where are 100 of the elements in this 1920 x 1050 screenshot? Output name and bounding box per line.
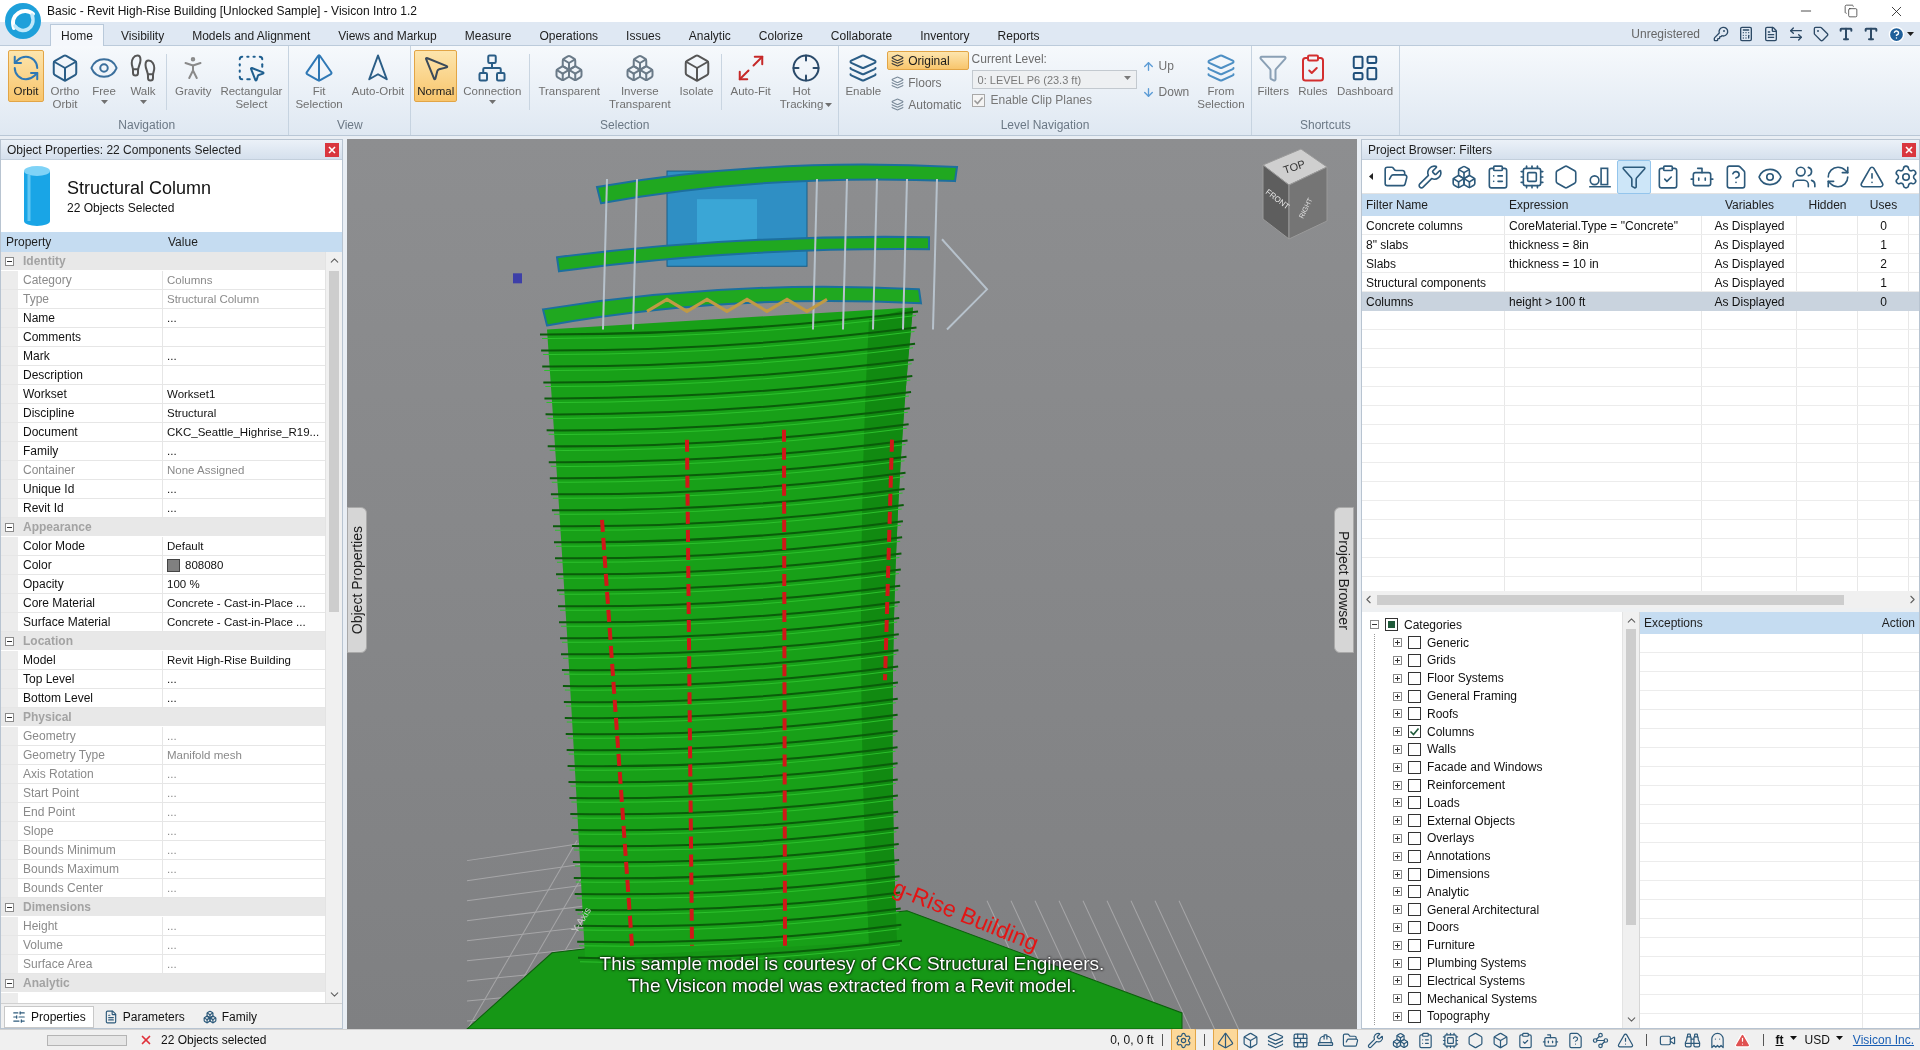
- cubes-icon[interactable]: [1391, 1031, 1409, 1049]
- chip-icon[interactable]: [1441, 1031, 1459, 1049]
- expand-icon[interactable]: [1393, 994, 1402, 1004]
- walk-button[interactable]: Walk: [125, 50, 161, 112]
- tree-item[interactable]: Walls: [1427, 742, 1456, 757]
- caret-icon[interactable]: [1907, 32, 1914, 36]
- selected-row[interactable]: Columns height > 100 ft As Displayed 0: [1362, 292, 1919, 311]
- tree-item[interactable]: Grids: [1427, 653, 1456, 668]
- tree-item[interactable]: Generic: [1427, 635, 1470, 650]
- expand-icon[interactable]: [1393, 922, 1402, 932]
- checkbox[interactable]: [1408, 938, 1421, 952]
- currency-dropdown[interactable]: USD: [1800, 1033, 1847, 1047]
- enable-button[interactable]: Enable: [842, 50, 885, 102]
- checkbox[interactable]: [1408, 956, 1421, 970]
- expand-icon[interactable]: [1393, 673, 1402, 683]
- column-header[interactable]: Filter Name: [1362, 194, 1505, 216]
- checkbox[interactable]: [1408, 831, 1421, 845]
- auto-orbit-button[interactable]: Auto-Orbit: [348, 50, 408, 102]
- checkbox[interactable]: [1408, 974, 1421, 988]
- tree-item[interactable]: General Framing: [1427, 689, 1518, 704]
- checkbox[interactable]: [1408, 867, 1421, 881]
- expand-icon[interactable]: [1393, 709, 1402, 719]
- ribbon-tab[interactable]: Models and Alignment: [181, 24, 322, 46]
- transparent-button[interactable]: Transparent: [535, 50, 603, 102]
- collapse-icon[interactable]: [5, 978, 14, 988]
- vertical-scrollbar[interactable]: [325, 252, 342, 1003]
- close-icon[interactable]: [325, 142, 339, 157]
- column-header[interactable]: Uses: [1858, 194, 1909, 216]
- network-icon[interactable]: [1591, 1031, 1609, 1049]
- ribbon-tab[interactable]: Analytic: [677, 24, 742, 46]
- hot-tracking-button[interactable]: Hot Tracking: [776, 50, 836, 115]
- warning-icon[interactable]: [1616, 1031, 1634, 1049]
- tree-item[interactable]: Columns: [1427, 724, 1475, 739]
- column-header[interactable]: Hidden: [1797, 194, 1858, 216]
- settings-icon[interactable]: [1893, 163, 1919, 190]
- circular-arrows-icon[interactable]: [1825, 163, 1851, 190]
- cubes-icon[interactable]: [1451, 163, 1477, 190]
- checkbox[interactable]: [1408, 671, 1421, 685]
- tree-item[interactable]: Categories: [1404, 617, 1463, 632]
- ribbon-tab[interactable]: Visibility: [110, 24, 176, 46]
- expand-icon[interactable]: [1393, 851, 1402, 861]
- hexagon-icon[interactable]: [1466, 1031, 1484, 1049]
- hexagon-icon[interactable]: [1553, 163, 1579, 190]
- brick-wall-icon[interactable]: [1291, 1031, 1309, 1049]
- level-up-button[interactable]: Up: [1139, 59, 1192, 73]
- free-button[interactable]: Free: [86, 50, 122, 112]
- expand-icon[interactable]: [1393, 727, 1402, 737]
- ribbon-tab[interactable]: Inventory: [909, 24, 981, 46]
- expand-icon[interactable]: [1393, 816, 1402, 826]
- people-icon[interactable]: [1791, 163, 1817, 190]
- column-header[interactable]: Expression: [1505, 194, 1702, 216]
- scrollbar-thumb[interactable]: [1626, 629, 1636, 925]
- column-header[interactable]: Value: [163, 235, 342, 249]
- letter-t-icon[interactable]: [1863, 26, 1879, 42]
- folder-icon[interactable]: [1341, 1031, 1359, 1049]
- letter-t-icon[interactable]: [1838, 26, 1854, 42]
- expand-icon[interactable]: [1393, 691, 1402, 701]
- expand-icon[interactable]: [1393, 905, 1402, 915]
- collapse-icon[interactable]: [5, 712, 14, 722]
- dock-tab[interactable]: Object Properties: [347, 507, 367, 653]
- checkbox[interactable]: [1408, 778, 1421, 792]
- collapse-icon[interactable]: [5, 902, 14, 912]
- expand-icon[interactable]: [1393, 833, 1402, 843]
- color-swatch[interactable]: [167, 558, 180, 572]
- column-header[interactable]: Exceptions: [1640, 612, 1863, 634]
- gravity-button[interactable]: Gravity: [172, 50, 215, 102]
- scrollbar-thumb[interactable]: [1377, 594, 1844, 605]
- ribbon-tab[interactable]: Issues: [615, 24, 672, 46]
- clipboard-check-icon[interactable]: [1516, 1031, 1534, 1049]
- level-mode-button[interactable]: Automatic: [887, 95, 969, 114]
- layers-icon[interactable]: [1266, 1031, 1284, 1049]
- auto-fit-button[interactable]: Auto-Fit: [727, 50, 774, 102]
- tree-item[interactable]: Floor Systems: [1427, 671, 1504, 686]
- level-mode-button[interactable]: Floors: [887, 73, 969, 92]
- expand-icon[interactable]: [1393, 1011, 1402, 1021]
- collapse-icon[interactable]: [5, 522, 14, 532]
- tree-item[interactable]: Plumbing Systems: [1427, 956, 1527, 971]
- tree-item[interactable]: Electrical Systems: [1427, 973, 1526, 988]
- document-icon[interactable]: [1763, 26, 1779, 42]
- cube-icon[interactable]: [1241, 1031, 1259, 1049]
- checkbox[interactable]: [1408, 885, 1421, 899]
- ribbon-tab[interactable]: Measure: [453, 24, 523, 46]
- checkbox[interactable]: [1408, 814, 1421, 828]
- tree-item[interactable]: Roofs: [1427, 706, 1459, 721]
- orbit-button[interactable]: Orbit: [8, 50, 44, 102]
- ribbon-tab[interactable]: Reports: [986, 24, 1051, 46]
- binoculars-icon[interactable]: [1683, 1031, 1701, 1049]
- tree-item[interactable]: Doors: [1427, 920, 1459, 935]
- cross-icon[interactable]: [139, 1033, 153, 1047]
- caret-icon[interactable]: [1835, 1036, 1843, 1040]
- collapse-icon[interactable]: [5, 636, 14, 646]
- calculator-icon[interactable]: [1738, 26, 1754, 42]
- panel-tab[interactable]: Properties: [4, 1006, 94, 1028]
- checkbox[interactable]: [1408, 760, 1421, 774]
- column-header[interactable]: Action: [1863, 612, 1919, 634]
- scrollbar-thumb[interactable]: [329, 271, 339, 612]
- checkbox[interactable]: [1385, 618, 1398, 632]
- expand-icon[interactable]: [1393, 940, 1402, 950]
- swap-arrows-icon[interactable]: [1788, 26, 1804, 42]
- ribbon-tab[interactable]: Colorize: [747, 24, 814, 46]
